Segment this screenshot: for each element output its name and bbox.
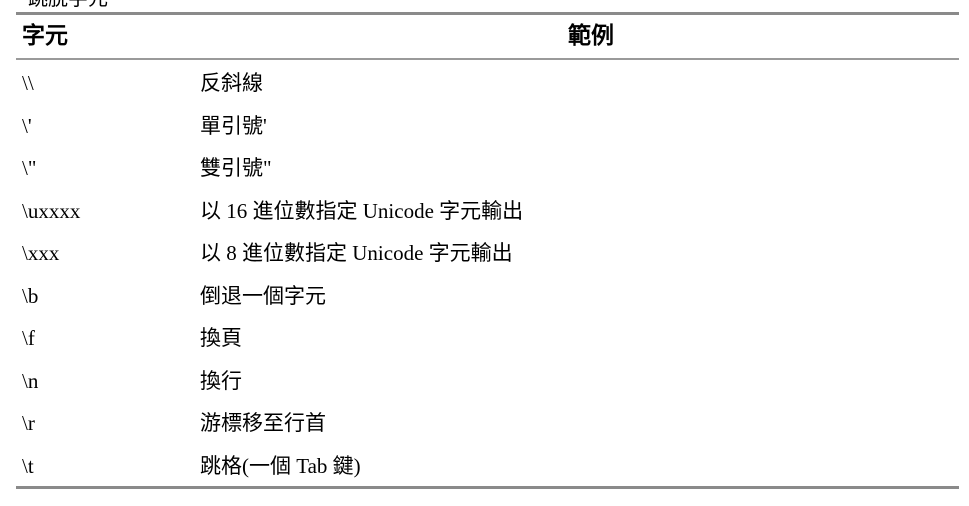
cell-example: 跳格(一個 Tab 鍵): [200, 453, 361, 478]
cell-example: 倒退一個字元: [200, 283, 326, 308]
cell-example: 雙引號": [200, 156, 272, 180]
table-row: \xxx 以 8 進位數指定 Unicode 字元輸出: [16, 232, 959, 275]
cell-example: 反斜線: [200, 71, 263, 95]
table-header-row: 字元 範例: [16, 15, 959, 58]
cell-example: 以 16 進位數指定 Unicode 字元輸出: [200, 198, 524, 223]
cell-character: \b: [22, 283, 39, 308]
cell-character: \n: [22, 368, 39, 393]
table-row: \b 倒退一個字元: [16, 275, 959, 318]
table-caption: 跳脫字元: [28, 0, 108, 11]
cell-character: \\: [22, 71, 34, 95]
cell-character: \t: [22, 453, 34, 478]
table-row: \f 換頁: [16, 317, 959, 360]
cell-character: \xxx: [22, 241, 60, 265]
table-row: \t 跳格(一個 Tab 鍵): [16, 445, 959, 488]
cell-character: \f: [22, 326, 35, 350]
cell-example: 換頁: [200, 326, 242, 350]
column-header-example: 範例: [568, 23, 614, 49]
table-row: \" 雙引號": [16, 147, 959, 190]
table-row: \r 游標移至行首: [16, 402, 959, 445]
cell-example: 換行: [200, 368, 242, 393]
table-row: \uxxxx 以 16 進位數指定 Unicode 字元輸出: [16, 190, 959, 233]
table-row: \n 換行: [16, 360, 959, 403]
cell-character: \': [22, 113, 32, 138]
cell-example: 以 8 進位數指定 Unicode 字元輸出: [200, 241, 513, 265]
cell-example: 單引號': [200, 113, 267, 138]
table-body: \\ 反斜線 \' 單引號' \" 雙引號" \uxxxx 以 16 進位數指定…: [16, 62, 959, 487]
cell-character: \": [22, 156, 37, 180]
table-row: \\ 反斜線: [16, 62, 959, 105]
cell-example: 游標移至行首: [200, 411, 326, 435]
escape-characters-table: 字元 範例 \\ 反斜線 \' 單引號' \" 雙引號" \uxxxx 以 16…: [16, 15, 959, 478]
table-row: \' 單引號': [16, 105, 959, 148]
cell-character: \uxxxx: [22, 198, 81, 223]
cell-character: \r: [22, 411, 35, 435]
column-header-character: 字元: [22, 23, 68, 49]
table-header-rule: [16, 58, 959, 60]
